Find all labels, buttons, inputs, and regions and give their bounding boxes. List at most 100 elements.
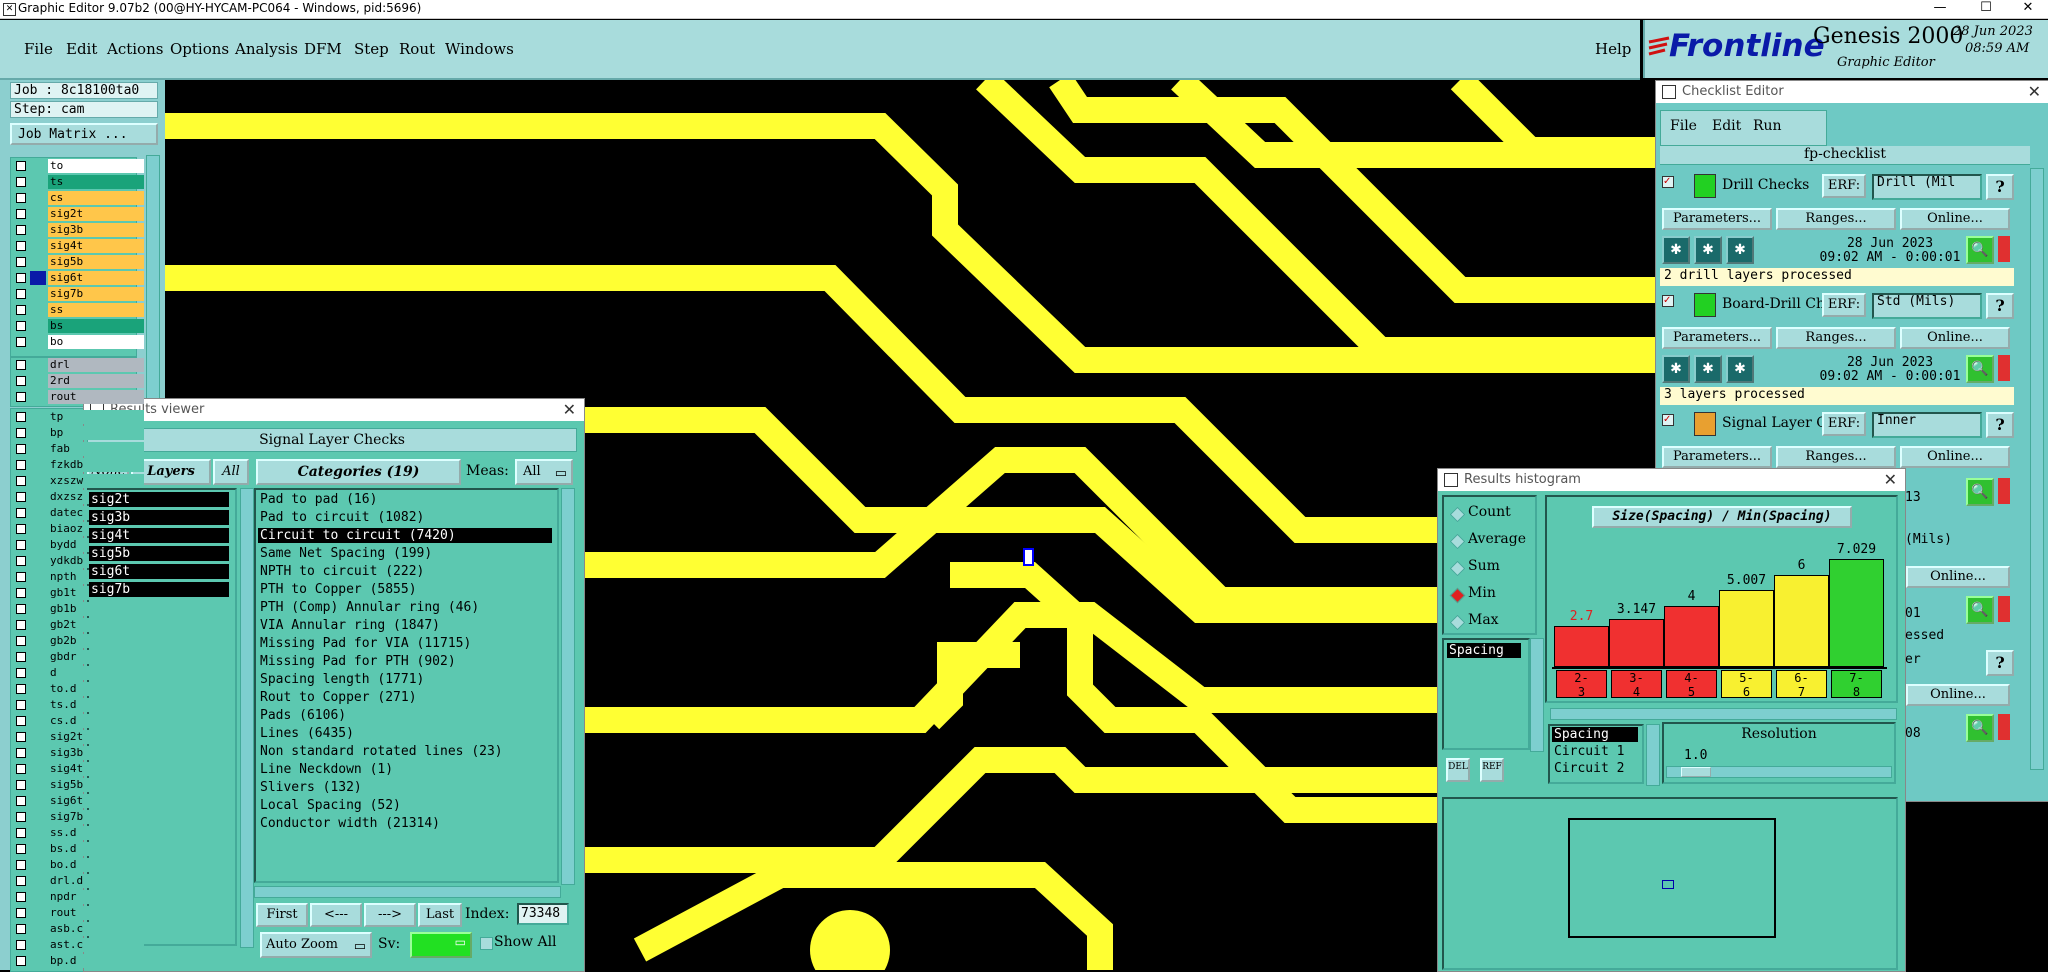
histogram-bar[interactable] [1829,559,1884,667]
ranges-button[interactable]: Ranges... [1776,446,1896,468]
layer-checkbox[interactable] [16,392,26,402]
layer-row[interactable]: drl.d [14,874,144,889]
layer-state-cell[interactable] [30,191,46,205]
layer-checkbox[interactable] [16,940,26,950]
layer-name[interactable]: drl.d [48,874,144,888]
layer-checkbox[interactable] [16,360,26,370]
run-all-icon[interactable]: ✱ [1726,236,1754,264]
field-item[interactable]: Circuit 1 [1552,744,1638,759]
layer-name[interactable]: bp.d [48,954,144,968]
category-item[interactable]: Non standard rotated lines (23) [258,744,552,759]
category-item[interactable]: Slivers (132) [258,780,552,795]
erf-select[interactable]: Std (Mils) [1872,293,1982,319]
histogram-hscrollbar[interactable] [1550,708,1897,720]
layer-checkbox[interactable] [16,828,26,838]
layer-checkbox[interactable] [16,444,26,454]
run-step-icon[interactable]: ✱ [1694,236,1722,264]
index-input[interactable]: 73348 [517,903,569,925]
menu-step[interactable]: Step [354,40,389,58]
layer-checkbox[interactable] [16,524,26,534]
layer-checkbox[interactable] [16,844,26,854]
board-preview[interactable] [1568,818,1776,938]
layer-checkbox[interactable] [16,241,26,251]
category-item[interactable]: Missing Pad for PTH (902) [258,654,552,669]
layer-checkbox[interactable] [16,161,26,171]
layer-name[interactable]: bo.d [48,858,144,872]
layer-row[interactable]: sig4t [14,239,144,254]
erf-select[interactable]: Inner [1872,412,1982,438]
layer-checkbox[interactable] [16,812,26,822]
layer-checkbox[interactable] [16,892,26,902]
run-step-icon[interactable]: ✱ [1694,355,1722,383]
layer-row[interactable]: fab [14,442,144,457]
layer-checkbox[interactable] [16,540,26,550]
category-item[interactable]: Rout to Copper (271) [258,690,552,705]
layer-row[interactable]: ast.c [14,938,144,953]
category-item[interactable]: VIA Annular ring (1847) [258,618,552,633]
layer-checkbox[interactable] [16,604,26,614]
category-item[interactable]: Spacing length (1771) [258,672,552,687]
layer-row[interactable]: gb1b [14,602,144,617]
layer-row[interactable]: to [14,159,144,174]
layer-row[interactable]: cs.d [14,714,144,729]
menu-rout[interactable]: Rout [399,40,435,58]
run-icon[interactable]: ✱ [1662,355,1690,383]
category-scrollbar[interactable] [561,488,575,885]
categories-button[interactable]: Categories (19) [256,459,461,485]
online-button[interactable]: Online... [1906,684,2010,706]
category-item[interactable]: NPTH to circuit (222) [258,564,552,579]
help-button[interactable]: ? [1986,293,2014,319]
online-button[interactable]: Online... [1900,446,2010,468]
layer-checkbox[interactable] [16,492,26,502]
layer-row[interactable]: sig3b [14,746,144,761]
layer-name[interactable]: ts [48,175,144,189]
show-all-checkbox[interactable] [480,937,493,950]
layer-row[interactable]: rout [14,390,144,405]
layer-checkbox[interactable] [16,273,26,283]
layer-name[interactable]: cs [48,191,144,205]
ranges-button[interactable]: Ranges... [1776,327,1896,349]
parameters-button[interactable]: Parameters... [1662,446,1772,468]
layer-checkbox[interactable] [16,668,26,678]
layer-name[interactable]: rout [48,906,144,920]
layer-checkbox[interactable] [16,780,26,790]
layer-row[interactable]: bs.d [14,842,144,857]
layer-name[interactable]: ts.d [48,698,144,712]
menu-edit[interactable]: Edit [66,40,97,58]
layer-checkbox[interactable] [16,876,26,886]
layer-name[interactable]: asb.c [48,922,144,936]
category-item[interactable]: Missing Pad for VIA (11715) [258,636,552,651]
layer-name[interactable]: gb1b [48,602,144,616]
online-button[interactable]: Online... [1900,208,2010,230]
layer-row[interactable]: gbdr [14,650,144,665]
layer-name[interactable]: d [48,666,144,680]
layer-checkbox[interactable] [16,412,26,422]
next-button[interactable]: ---> [364,903,416,927]
layer-row[interactable]: sig3b [14,223,144,238]
layer-checkbox[interactable] [16,652,26,662]
run-icon[interactable]: ✱ [1662,236,1690,264]
measure-item-spacing[interactable]: Spacing [1447,643,1521,658]
checklist-menu-file[interactable]: File [1670,118,1697,134]
layer-list-scrollbar[interactable] [240,488,254,948]
layer-row[interactable]: ss [14,303,144,318]
maximize-button[interactable]: ☐ [1966,0,2006,18]
resolution-slider[interactable] [1666,766,1892,778]
checklist-scrollbar[interactable] [2030,168,2044,770]
layer-name[interactable]: rout [48,390,144,404]
layer-checkbox[interactable] [16,908,26,918]
layer-row[interactable]: bo.d [14,858,144,873]
measure-list-scrollbar[interactable] [1530,638,1544,752]
layer-checkbox[interactable] [16,177,26,187]
layer-checkbox[interactable] [16,924,26,934]
layer-row[interactable]: sig2t [14,730,144,745]
menu-dfm[interactable]: DFM [304,40,342,58]
layer-checkbox[interactable] [16,460,26,470]
layer-checkbox[interactable] [16,732,26,742]
layer-state-cell[interactable] [30,319,46,333]
job-matrix-button[interactable]: Job Matrix ... [10,123,158,145]
category-item[interactable]: Pad to circuit (1082) [258,510,552,525]
layer-name[interactable]: drl [48,358,144,372]
layer-row[interactable]: sig5b [14,778,144,793]
category-item[interactable]: PTH to Copper (5855) [258,582,552,597]
